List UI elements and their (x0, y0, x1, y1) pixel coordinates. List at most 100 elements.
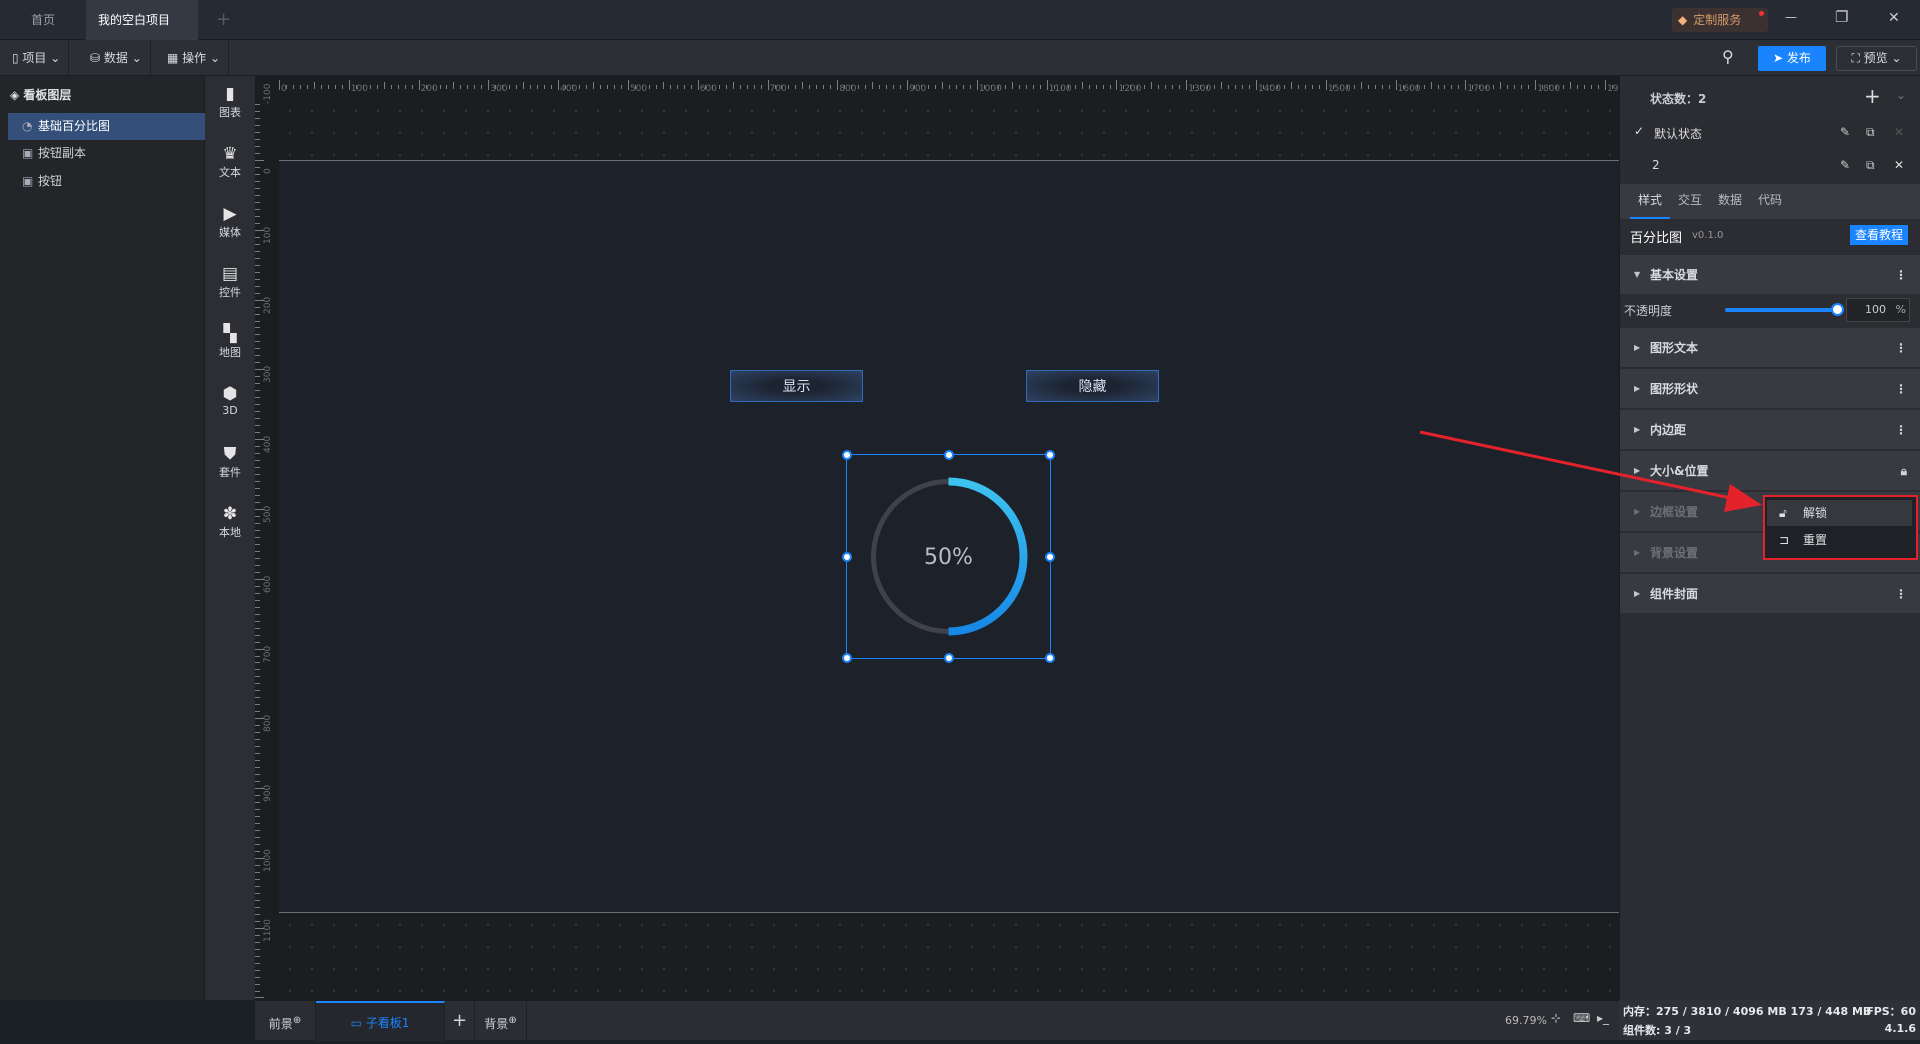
ruler-tick (613, 85, 615, 89)
edit-icon[interactable]: ✎ (1840, 125, 1850, 139)
tool-cube[interactable]: ⬢ 3D (205, 384, 255, 417)
ruler-tick (1395, 80, 1397, 90)
tool-kit[interactable]: ⛊ 套件 (205, 444, 255, 480)
restore-button[interactable]: ❐ (1835, 8, 1848, 26)
keyboard-icon[interactable]: ⌨ (1573, 1011, 1590, 1025)
resize-handle[interactable] (1045, 551, 1055, 562)
resize-handle[interactable] (943, 653, 954, 663)
add-tab-button[interactable]: + (204, 0, 243, 40)
ruler-tick (334, 85, 336, 89)
menu-item-unlock[interactable]: 🔓︎ 解锁 (1767, 500, 1912, 526)
horizontal-ruler[interactable]: 0 100 200 300 400 500 600 700 800 900 1000 1100 1200… (255, 76, 1630, 100)
ruler-tick (255, 488, 260, 489)
resize-handle[interactable] (1045, 450, 1055, 460)
search-icon[interactable]: ⚲ (1722, 47, 1734, 66)
ruler-label: 900 (263, 784, 273, 803)
component-name: 百分比图 (1630, 231, 1683, 246)
lock-icon[interactable]: 🔒︎ (1901, 451, 1907, 491)
copy-icon[interactable]: ⧉ (1866, 125, 1875, 140)
add-board-button[interactable]: + (445, 1001, 475, 1041)
ruler-tick (255, 397, 260, 399)
layer-item-button-copy[interactable]: ▣ 按钮副本 (8, 140, 205, 167)
opacity-slider[interactable] (1725, 303, 1844, 316)
more-icon[interactable]: ⋮ (1895, 369, 1907, 409)
layer-item-button[interactable]: ▣ 按钮 (8, 168, 205, 195)
resize-handle[interactable] (1045, 653, 1055, 663)
menu-data[interactable]: ⛁ 数据 ⌄ (82, 40, 151, 76)
ruler-tick (255, 990, 260, 992)
tab-style[interactable]: 样式 (1630, 184, 1670, 219)
section-2[interactable]: ▶ 内边距 ⋮ (1620, 410, 1920, 450)
more-icon[interactable]: ⋮ (1895, 255, 1907, 295)
opacity-input[interactable]: 100% (1846, 298, 1910, 322)
vertical-ruler[interactable]: -100 0 100 200 300 400 500 600 700 800 900 1000 1100 (255, 76, 279, 1000)
tool-media[interactable]: ▶ 媒体 (205, 204, 255, 240)
ruler-tick (255, 543, 260, 545)
tool-puzzle[interactable]: ✽ 本地 (205, 504, 255, 540)
resize-handle[interactable] (943, 450, 954, 460)
add-circle-icon[interactable]: ⊕ (508, 1015, 516, 1026)
more-icon[interactable]: ⋮ (1895, 410, 1907, 450)
menu-project[interactable]: ▯ 项目 ⌄ (4, 40, 70, 76)
chevron-down-icon[interactable]: ⌄ (1896, 88, 1906, 102)
tab-home[interactable]: 首页 (0, 0, 86, 40)
resize-handle[interactable] (842, 551, 852, 562)
close-button[interactable]: ✕ (1888, 10, 1900, 26)
hide-button[interactable]: 隐藏 (1026, 370, 1159, 402)
delete-icon[interactable]: ✕ (1894, 158, 1904, 172)
section-basic[interactable]: ▼ 基本设置 ⋮ (1620, 255, 1920, 295)
preview-button[interactable]: ⛶ 预览 ⌄ (1836, 46, 1917, 71)
resize-handle[interactable] (842, 653, 852, 663)
custom-service-button[interactable]: ◆ 定制服务 (1672, 8, 1768, 32)
tab-background[interactable]: 背景⊕ (475, 1001, 527, 1041)
layer-item-percent-chart[interactable]: ◔ 基础百分比图 (8, 113, 205, 140)
menu-operation[interactable]: ▦ 操作 ⌄ (159, 40, 230, 76)
add-circle-icon[interactable]: ⊕ (293, 1015, 301, 1026)
publish-button[interactable]: ➤ 发布 (1758, 46, 1826, 71)
resize-handle[interactable] (842, 450, 852, 460)
tab-foreground[interactable]: 前景⊕ (255, 1001, 316, 1041)
state-item-default[interactable]: 默认状态 (1654, 125, 1702, 142)
more-icon[interactable]: ⋮ (1895, 574, 1907, 614)
tool-chart[interactable]: ▮ 图表 (205, 84, 255, 120)
ruler-label: 600 (699, 84, 717, 94)
ruler-tick (453, 82, 455, 89)
delete-icon[interactable]: ✕ (1894, 125, 1904, 139)
ruler-tick (530, 85, 532, 89)
tab-data[interactable]: 数据 (1710, 184, 1750, 217)
tab-sub-board[interactable]: ▭ 子看板1 (316, 1001, 445, 1041)
tab-code[interactable]: 代码 (1750, 184, 1790, 217)
fit-screen-icon[interactable]: ⊹ (1551, 1011, 1561, 1025)
tutorial-button[interactable]: 查看教程 (1850, 225, 1908, 245)
section-3[interactable]: ▶ 大小&位置 🔒︎ (1620, 451, 1920, 491)
edit-icon[interactable]: ✎ (1840, 158, 1850, 172)
selection-box[interactable] (842, 450, 1055, 663)
slider-handle[interactable] (1831, 303, 1844, 316)
section-1[interactable]: ▶ 图形形状 ⋮ (1620, 369, 1920, 409)
tool-control[interactable]: ▤ 控件 (205, 264, 255, 300)
tab-interaction[interactable]: 交互 (1670, 184, 1710, 217)
minimize-button[interactable]: — (1785, 10, 1797, 24)
ruler-tick (1451, 85, 1453, 89)
tab-project[interactable]: 我的空白项目 (86, 0, 198, 65)
copy-icon[interactable]: ⧉ (1866, 158, 1875, 173)
section-6[interactable]: ▶ 组件封面 ⋮ (1620, 574, 1920, 614)
ruler-tick (255, 606, 260, 608)
state-item-2[interactable]: 2 (1652, 158, 1660, 172)
menu-item-reset[interactable]: ⊐ 重置 (1767, 527, 1912, 553)
ruler-label: 1700 (1467, 84, 1491, 94)
chart-icon: ◔ (22, 119, 33, 133)
ruler-tick (255, 313, 260, 315)
ruler-tick (348, 80, 350, 90)
terminal-icon[interactable]: ▸_ (1597, 1011, 1609, 1025)
more-icon[interactable]: ⋮ (1895, 328, 1907, 368)
show-button[interactable]: 显示 (730, 370, 863, 402)
kit-icon: ⛊ (223, 444, 237, 464)
tool-text[interactable]: ♛ 文本 (205, 144, 255, 180)
section-label: 边框设置 (1650, 505, 1699, 519)
section-0[interactable]: ▶ 图形文本 ⋮ (1620, 328, 1920, 368)
section-label: 组件封面 (1650, 587, 1699, 601)
add-state-button[interactable]: + (1864, 84, 1881, 108)
tool-map[interactable]: ▚ 地图 (205, 324, 255, 360)
ruler-tick (1151, 82, 1153, 89)
